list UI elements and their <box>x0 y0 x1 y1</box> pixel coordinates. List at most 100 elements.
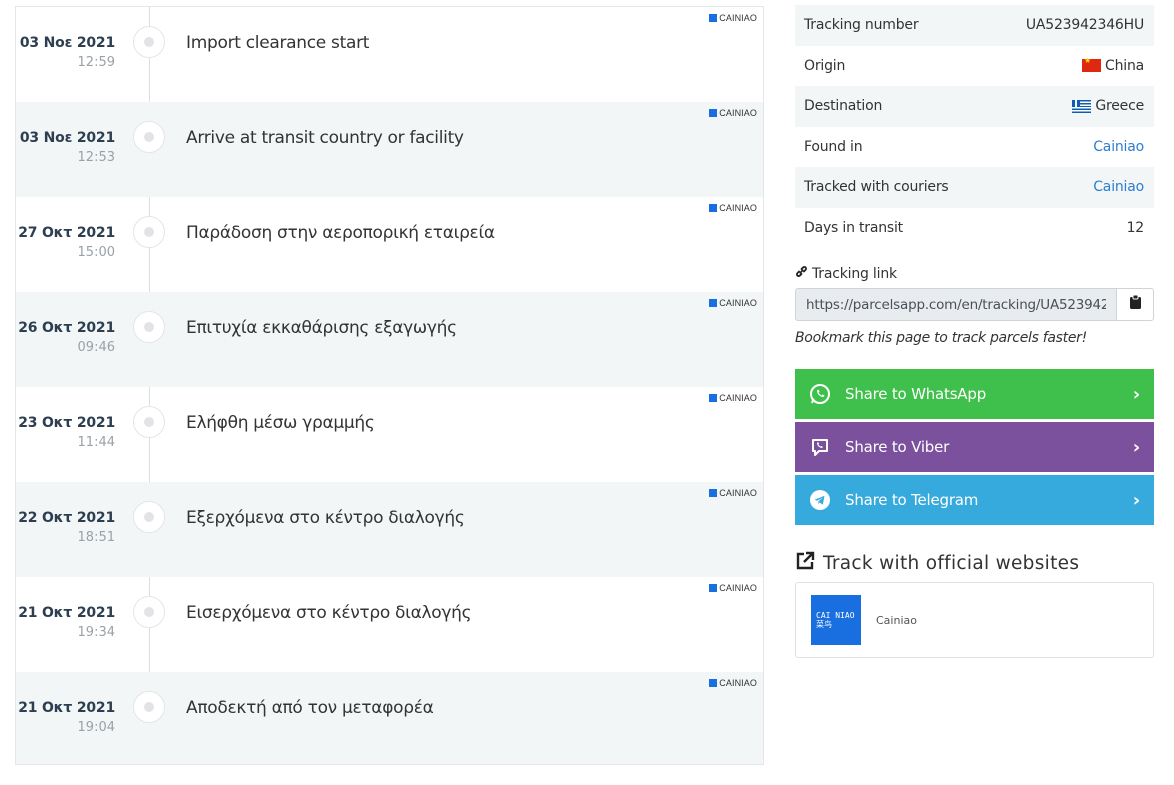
tracking-link-heading: Tracking link <box>795 265 897 282</box>
official-websites-heading: Track with official websites <box>795 551 1079 576</box>
event-time: 09:46 <box>77 340 115 355</box>
parcel-info-table: Tracking number UA523942346HU Origin Chi… <box>795 5 1154 248</box>
courier-card-cainiao[interactable]: CAI NIAO 菜鸟 Cainiao <box>795 582 1154 658</box>
timeline-event: 21 Οκτ 2021 19:04 Αποδεκτή από τον μεταφ… <box>16 672 763 764</box>
copy-link-button[interactable] <box>1116 288 1154 321</box>
chevron-right-icon: › <box>1132 436 1140 458</box>
info-label: Days in transit <box>804 219 903 236</box>
info-label: Origin <box>804 57 846 74</box>
event-source-label: CAINIAO <box>719 13 757 23</box>
destination-value: Greece <box>1095 98 1144 115</box>
origin-value-wrap: China <box>1082 56 1144 74</box>
cainiao-square-icon <box>709 109 718 117</box>
event-source-label: CAINIAO <box>719 203 757 213</box>
event-title: Αποδεκτή από τον μεταφορέα <box>186 698 434 718</box>
share-whatsapp-button[interactable]: Share to WhatsApp › <box>795 369 1154 419</box>
event-date: 23 Οκτ 2021 <box>18 415 115 431</box>
event-date: 27 Οκτ 2021 <box>18 225 115 241</box>
cainiao-square-icon <box>709 14 718 22</box>
share-viber-label: Share to Viber <box>845 438 950 456</box>
tracking-number-value: UA523942346HU <box>1025 17 1144 34</box>
event-date: 03 Νοε 2021 <box>19 35 115 51</box>
timeline-event: 27 Οκτ 2021 15:00 Παράδοση στην αεροπορι… <box>16 197 763 292</box>
whatsapp-icon <box>809 383 831 405</box>
event-time: 12:53 <box>77 150 115 165</box>
viber-icon <box>809 436 831 458</box>
link-icon <box>795 265 808 282</box>
info-label: Tracking number <box>804 17 919 34</box>
timeline-event: 03 Νοε 2021 12:53 Arrive at transit coun… <box>16 102 763 197</box>
timeline-dot-icon <box>133 501 165 533</box>
event-title: Import clearance start <box>186 33 370 53</box>
event-source-badge: CAINIAO <box>709 678 757 688</box>
destination-value-wrap: Greece <box>1072 98 1144 114</box>
courier-name: Cainiao <box>876 613 917 627</box>
timeline-dot-icon <box>133 121 165 153</box>
share-whatsapp-label: Share to WhatsApp <box>845 385 987 403</box>
timeline-dot-icon <box>133 311 165 343</box>
event-title: Εξερχόμενα στο κέντρο διαλογής <box>186 508 465 528</box>
event-title: Επιτυχία εκκαθάρισης εξαγωγής <box>186 318 457 338</box>
timeline-dot-icon <box>133 216 165 248</box>
event-source-badge: CAINIAO <box>709 203 757 213</box>
event-source-label: CAINIAO <box>719 108 757 118</box>
info-label: Found in <box>804 138 863 155</box>
tracking-url-input[interactable] <box>795 288 1116 321</box>
event-source-badge: CAINIAO <box>709 583 757 593</box>
telegram-icon <box>809 489 831 511</box>
event-source-label: CAINIAO <box>719 393 757 403</box>
info-row-destination: Destination Greece <box>795 86 1154 127</box>
days-in-transit-value: 12 <box>1126 219 1145 236</box>
event-source-label: CAINIAO <box>719 678 757 688</box>
timeline-dot-icon <box>133 26 165 58</box>
cainiao-square-icon <box>709 584 718 592</box>
timeline-event: 21 Οκτ 2021 19:34 Εισερχόμενα στο κέντρο… <box>16 577 763 672</box>
share-viber-button[interactable]: Share to Viber › <box>795 422 1154 472</box>
timeline-dot-icon <box>133 406 165 438</box>
event-title: Ελήφθη μέσω γραμμής <box>186 413 375 433</box>
info-row-found-in: Found in Cainiao <box>795 127 1154 168</box>
greece-flag-icon <box>1072 99 1092 113</box>
china-flag-icon <box>1082 56 1101 73</box>
event-date: 03 Νοε 2021 <box>19 130 115 146</box>
origin-value: China <box>1105 57 1144 74</box>
external-link-icon <box>795 551 815 576</box>
event-time: 15:00 <box>77 245 115 260</box>
cainiao-logo-text: CAI NIAO 菜鸟 <box>816 611 855 629</box>
timeline-event: 23 Οκτ 2021 11:44 Ελήφθη μέσω γραμμής CA… <box>16 387 763 482</box>
event-time: 19:04 <box>77 720 115 735</box>
timeline-event: 26 Οκτ 2021 09:46 Επιτυχία εκκαθάρισης ε… <box>16 292 763 387</box>
found-in-link[interactable]: Cainiao <box>1093 139 1144 155</box>
bookmark-hint: Bookmark this page to track parcels fast… <box>795 330 1087 346</box>
cainiao-logo: CAI NIAO 菜鸟 <box>811 595 861 645</box>
event-source-badge: CAINIAO <box>709 108 757 118</box>
event-time: 11:44 <box>77 435 115 450</box>
info-row-tracking-number: Tracking number UA523942346HU <box>795 5 1154 46</box>
info-row-tracked-with: Tracked with couriers Cainiao <box>795 167 1154 208</box>
cainiao-square-icon <box>709 679 718 687</box>
event-date: 22 Οκτ 2021 <box>18 510 115 526</box>
info-label: Destination <box>804 98 883 115</box>
event-source-label: CAINIAO <box>719 298 757 308</box>
official-websites-title: Track with official websites <box>823 553 1080 574</box>
tracked-with-link[interactable]: Cainiao <box>1093 179 1144 195</box>
timeline-event: 22 Οκτ 2021 18:51 Εξερχόμενα στο κέντρο … <box>16 482 763 577</box>
tracking-link-label: Tracking link <box>812 265 897 282</box>
cainiao-square-icon <box>709 394 718 402</box>
info-row-days-in-transit: Days in transit 12 <box>795 208 1154 249</box>
cainiao-square-icon <box>709 299 718 307</box>
event-date: 21 Οκτ 2021 <box>18 605 115 621</box>
chevron-right-icon: › <box>1132 489 1140 511</box>
share-telegram-button[interactable]: Share to Telegram › <box>795 475 1154 525</box>
timeline-dot-icon <box>133 596 165 628</box>
event-date: 26 Οκτ 2021 <box>18 320 115 336</box>
event-title: Εισερχόμενα στο κέντρο διαλογής <box>186 603 472 623</box>
cainiao-square-icon <box>709 489 718 497</box>
event-source-label: CAINIAO <box>719 583 757 593</box>
tracking-url-group <box>795 288 1154 321</box>
event-source-badge: CAINIAO <box>709 13 757 23</box>
event-title: Παράδοση στην αεροπορική εταιρεία <box>186 223 495 243</box>
chevron-right-icon: › <box>1132 383 1140 405</box>
clipboard-icon <box>1129 294 1141 314</box>
event-source-label: CAINIAO <box>719 488 757 498</box>
